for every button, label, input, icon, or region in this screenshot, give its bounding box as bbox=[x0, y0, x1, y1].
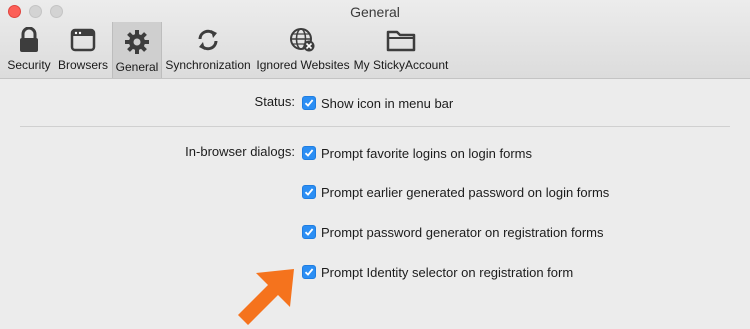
globe-blocked-icon bbox=[289, 26, 317, 54]
tab-security-label: Security bbox=[7, 58, 51, 72]
general-settings-panel: Status: Show icon in menu bar In-browser… bbox=[0, 79, 750, 328]
folder-icon bbox=[386, 26, 416, 54]
sync-icon bbox=[195, 26, 221, 54]
tab-browsers-label: Browsers bbox=[58, 58, 109, 72]
browser-window-icon bbox=[70, 26, 96, 54]
tab-security[interactable]: Security bbox=[4, 22, 54, 76]
tab-synchronization-label: Synchronization bbox=[165, 58, 251, 72]
show-icon-menu-bar-text: Show icon in menu bar bbox=[321, 95, 454, 111]
show-icon-menu-bar-option[interactable]: Show icon in menu bar bbox=[302, 93, 453, 113]
generated-password-checkbox[interactable] bbox=[302, 185, 316, 199]
tab-general-label: General bbox=[115, 60, 159, 74]
password-generator-checkbox[interactable] bbox=[302, 225, 316, 239]
show-icon-menu-bar-checkbox[interactable] bbox=[302, 96, 316, 110]
tab-my-stickyaccount[interactable]: My StickyAccount bbox=[352, 22, 450, 76]
status-label: Status: bbox=[254, 94, 295, 109]
tab-my-stickyaccount-label: My StickyAccount bbox=[353, 58, 449, 72]
tab-synchronization[interactable]: Synchronization bbox=[162, 22, 254, 76]
tab-general[interactable]: General bbox=[112, 22, 162, 78]
window-title: General bbox=[350, 4, 400, 20]
tab-ignored-websites-label: Ignored Websites bbox=[256, 58, 350, 72]
preferences-toolbar: Security Browsers General Synchronizatio… bbox=[4, 22, 450, 78]
dialog-option-generated-password[interactable]: Prompt earlier generated password on log… bbox=[302, 182, 609, 202]
favorite-logins-checkbox[interactable] bbox=[302, 146, 316, 160]
generated-password-text: Prompt earlier generated password on log… bbox=[321, 184, 610, 200]
dialog-option-favorite-logins[interactable]: Prompt favorite logins on login forms bbox=[302, 143, 532, 163]
password-generator-text: Prompt password generator on registratio… bbox=[321, 224, 604, 240]
tab-browsers[interactable]: Browsers bbox=[54, 22, 112, 76]
title-bar: General Security Browsers General Synchr… bbox=[0, 0, 750, 79]
favorite-logins-text: Prompt favorite logins on login forms bbox=[321, 145, 532, 161]
preferences-window: General Security Browsers General Synchr… bbox=[0, 0, 750, 328]
dialog-option-identity-selector[interactable]: Prompt Identity selector on registration… bbox=[302, 262, 573, 282]
dialog-option-password-generator[interactable]: Prompt password generator on registratio… bbox=[302, 222, 604, 242]
gear-icon bbox=[124, 28, 150, 56]
lock-icon bbox=[18, 26, 40, 54]
identity-selector-text: Prompt Identity selector on registration… bbox=[321, 264, 574, 280]
section-divider bbox=[20, 126, 730, 127]
highlight-arrow-icon bbox=[238, 269, 294, 325]
identity-selector-checkbox[interactable] bbox=[302, 265, 316, 279]
in-browser-dialogs-label: In-browser dialogs: bbox=[185, 144, 295, 159]
tab-ignored-websites[interactable]: Ignored Websites bbox=[254, 22, 352, 76]
